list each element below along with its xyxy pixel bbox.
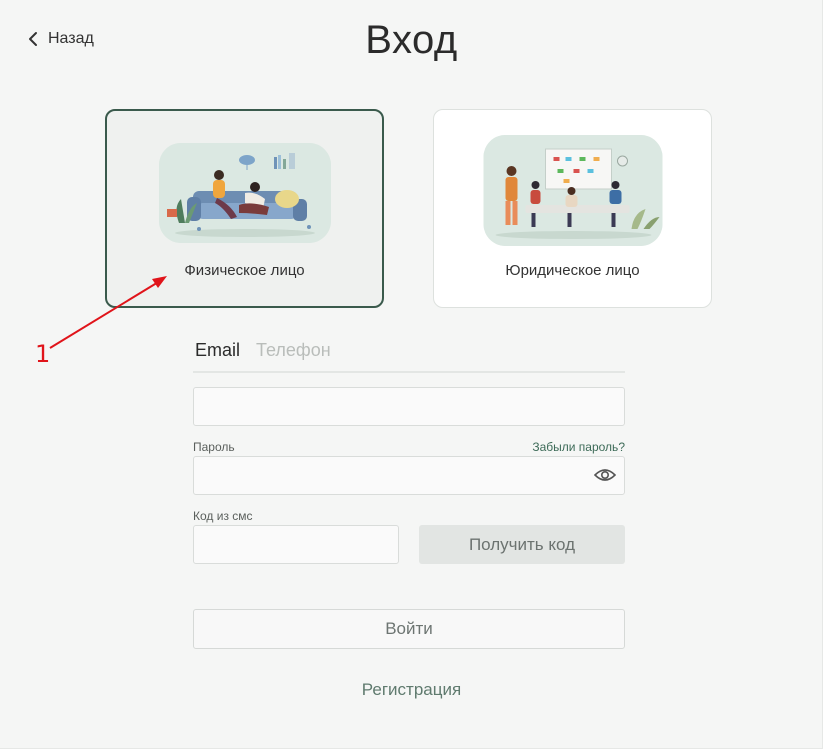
register-link[interactable]: Регистрация <box>0 680 823 700</box>
sms-code-input[interactable] <box>193 525 399 564</box>
account-type-individual-label: Физическое лицо <box>184 262 305 279</box>
forgot-password-link[interactable]: Забыли пароль? <box>532 440 625 454</box>
account-type-legal-entity-label: Юридическое лицо <box>505 262 640 279</box>
email-input[interactable] <box>193 387 625 426</box>
login-method-tabs: Email Телефон <box>193 338 625 373</box>
account-type-individual-card[interactable]: Физическое лицо <box>105 109 384 308</box>
tab-email[interactable]: Email <box>193 338 242 371</box>
password-label: Пароль <box>193 440 235 454</box>
sms-code-label: Код из смс <box>193 509 253 523</box>
tab-phone[interactable]: Телефон <box>254 338 333 371</box>
people-relaxing-on-sofa-illustration <box>158 143 331 243</box>
office-team-meeting-illustration <box>483 135 662 246</box>
eye-icon[interactable] <box>594 467 616 483</box>
get-code-button[interactable]: Получить код <box>419 525 625 564</box>
password-input[interactable] <box>193 456 625 495</box>
login-button[interactable]: Войти <box>193 609 625 649</box>
annotation-number: 1 <box>35 340 51 368</box>
page-title: Вход <box>365 18 458 62</box>
account-type-legal-entity-card[interactable]: Юридическое лицо <box>433 109 712 308</box>
